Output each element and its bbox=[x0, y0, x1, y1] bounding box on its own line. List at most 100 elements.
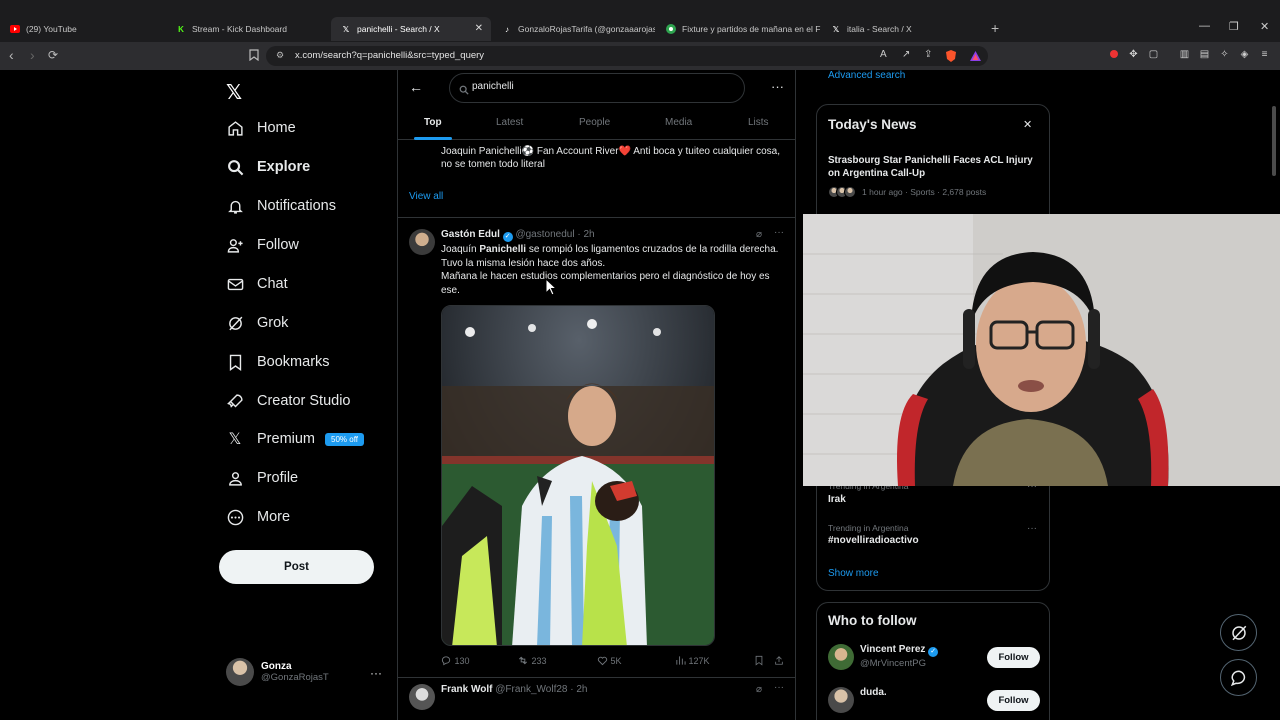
forward-icon[interactable]: › bbox=[30, 47, 35, 63]
leo-ai-icon[interactable]: ✧ bbox=[1219, 49, 1230, 60]
sidebar-toggle-icon[interactable]: ▥ bbox=[1179, 49, 1190, 60]
brave-shield-icon[interactable] bbox=[946, 49, 956, 67]
close-icon[interactable]: ✕ bbox=[475, 23, 483, 34]
brave-rewards-icon[interactable] bbox=[970, 49, 981, 67]
vpn-icon[interactable]: ◈ bbox=[1239, 49, 1250, 60]
post-button[interactable]: Post bbox=[219, 550, 374, 584]
grok-icon[interactable]: ⌀ bbox=[756, 684, 762, 695]
views-button[interactable]: 127K bbox=[675, 655, 710, 666]
share-button[interactable] bbox=[774, 655, 784, 666]
maximize-icon[interactable]: ❐ bbox=[1229, 20, 1239, 33]
tab-people[interactable]: People bbox=[579, 117, 610, 128]
avatar[interactable] bbox=[409, 229, 435, 255]
sidebar-item-chat[interactable]: Chat bbox=[226, 273, 288, 295]
wallet-icon[interactable]: ▤ bbox=[1199, 49, 1210, 60]
author-name[interactable]: Frank Wolf bbox=[441, 684, 492, 695]
tweet-time[interactable]: · 2h bbox=[577, 229, 594, 240]
reply-button[interactable]: 130 bbox=[441, 655, 470, 666]
open-external-icon[interactable]: ↗ bbox=[902, 49, 910, 60]
tweet-text-part: Mañana le hacen estudios complementarios… bbox=[441, 271, 770, 296]
avatar[interactable] bbox=[409, 684, 435, 710]
author-handle[interactable]: @gastonedul bbox=[515, 229, 574, 240]
reload-icon[interactable]: ⟳ bbox=[48, 48, 58, 62]
sidebar-item-bookmarks[interactable]: Bookmarks bbox=[226, 351, 330, 373]
news-headline[interactable]: Strasbourg Star Panichelli Faces ACL Inj… bbox=[828, 154, 1040, 180]
tab-fixture[interactable]: Fixture y partidos de mañana en el F bbox=[656, 17, 821, 41]
grok-icon[interactable]: ⌀ bbox=[756, 229, 762, 240]
like-button[interactable]: 5K bbox=[597, 655, 622, 666]
follow-user-name[interactable]: Vincent Perez ✓ bbox=[860, 644, 939, 657]
who-to-follow-card: Who to follow Vincent Perez ✓ @MrVincent… bbox=[816, 602, 1050, 720]
sidebar-item-label: Grok bbox=[257, 315, 289, 331]
sidebar-item-label: Follow bbox=[257, 237, 299, 253]
menu-icon[interactable]: ≡ bbox=[1259, 49, 1270, 60]
tab-panichelli-search[interactable]: 𝕏 panichelli - Search / X ✕ bbox=[331, 17, 491, 41]
sidebar-item-home[interactable]: Home bbox=[226, 117, 296, 139]
back-arrow-icon[interactable]: ← bbox=[409, 79, 423, 95]
repost-button[interactable]: 233 bbox=[517, 655, 547, 666]
more-dots-icon[interactable]: ··· bbox=[370, 666, 382, 680]
x-icon: 𝕏 bbox=[342, 24, 350, 34]
account-switcher[interactable]: Gonza @GonzaRojasT ··· bbox=[226, 658, 382, 686]
tab-top[interactable]: Top bbox=[424, 117, 442, 128]
follow-button[interactable]: Follow bbox=[987, 690, 1040, 711]
avatar[interactable] bbox=[828, 687, 854, 713]
tab-lists[interactable]: Lists bbox=[748, 117, 769, 128]
tab-media[interactable]: Media bbox=[665, 117, 692, 128]
show-more-link[interactable]: Show more bbox=[828, 568, 879, 579]
sidebar-item-grok[interactable]: Grok bbox=[226, 312, 288, 334]
more-dots-icon[interactable]: ··· bbox=[1027, 523, 1037, 534]
messages-floating-button[interactable] bbox=[1220, 659, 1257, 696]
bookmark-page-icon[interactable] bbox=[249, 49, 259, 64]
trend-context: Trending in Argentina bbox=[828, 523, 909, 533]
sidebar-item-explore[interactable]: Explore bbox=[226, 156, 310, 178]
tab-tiktok[interactable]: ♪ GonzaloRojasTarifa (@gonzaaarojas) bbox=[492, 17, 655, 41]
scrollbar[interactable] bbox=[1270, 103, 1276, 700]
author-name[interactable]: Gastón Edul bbox=[441, 229, 500, 240]
sidebar-item-follow[interactable]: Follow bbox=[226, 234, 299, 256]
sidebar-item-profile[interactable]: Profile bbox=[226, 467, 298, 489]
tab-latest[interactable]: Latest bbox=[496, 117, 523, 128]
tab-title: GonzaloRojasTarifa (@gonzaaarojas) bbox=[518, 24, 655, 34]
tab-italia-search[interactable]: 𝕏 italia - Search / X bbox=[821, 17, 981, 41]
sidebar-item-creator-studio[interactable]: Creator Studio bbox=[226, 390, 351, 412]
search-input[interactable] bbox=[472, 81, 732, 92]
sidebar-item-notifications[interactable]: Notifications bbox=[226, 195, 336, 217]
more-dots-icon[interactable]: ··· bbox=[774, 227, 784, 238]
search-box[interactable] bbox=[449, 73, 745, 103]
trend-name[interactable]: #novelliradioactivo bbox=[828, 535, 919, 546]
follow-user-name[interactable]: duda. bbox=[860, 687, 887, 698]
url-bar[interactable]: ⚙ x.com/search?q=panichelli&src=typed_qu… bbox=[266, 46, 988, 66]
follow-button[interactable]: Follow bbox=[987, 647, 1040, 668]
extensions-icon[interactable]: ✥ bbox=[1128, 49, 1139, 60]
share-icon[interactable]: ⇪ bbox=[924, 49, 932, 60]
news-meta: 1 hour ago · Sports · 2,678 posts bbox=[828, 186, 986, 198]
x-logo-icon[interactable]: 𝕏 bbox=[226, 80, 242, 105]
sidebar-item-premium[interactable]: 𝕏 Premium 50% off bbox=[226, 428, 364, 450]
tweet-time[interactable]: · 2h bbox=[570, 684, 587, 695]
grok-floating-button[interactable] bbox=[1220, 614, 1257, 651]
screenshot-icon[interactable]: ▢ bbox=[1148, 49, 1159, 60]
tab-youtube[interactable]: (29) YouTube bbox=[0, 17, 165, 41]
tab-kick[interactable]: K Stream - Kick Dashboard bbox=[166, 17, 331, 41]
close-icon[interactable]: ✕ bbox=[1023, 118, 1032, 131]
new-tab-button[interactable]: + bbox=[991, 20, 999, 36]
scrollbar-thumb[interactable] bbox=[1272, 106, 1276, 176]
avatar[interactable] bbox=[828, 644, 854, 670]
view-all-link[interactable]: View all bbox=[409, 191, 443, 202]
sidebar-item-more[interactable]: More bbox=[226, 506, 290, 528]
advanced-search-link[interactable]: Advanced search bbox=[828, 70, 905, 81]
record-icon[interactable] bbox=[1108, 49, 1119, 60]
premium-discount-badge: 50% off bbox=[325, 432, 364, 446]
trend-name[interactable]: Irak bbox=[828, 494, 846, 505]
bookmark-button[interactable] bbox=[754, 655, 764, 666]
window-close-icon[interactable]: ✕ bbox=[1260, 20, 1269, 33]
site-info-icon[interactable]: ⚙ bbox=[276, 50, 284, 61]
back-icon[interactable]: ‹ bbox=[9, 47, 14, 63]
minimize-icon[interactable]: — bbox=[1199, 20, 1210, 32]
more-dots-icon[interactable]: ··· bbox=[774, 682, 784, 693]
author-handle[interactable]: @Frank_Wolf28 bbox=[495, 684, 567, 695]
more-dots-icon[interactable]: ··· bbox=[771, 79, 784, 94]
translate-icon[interactable]: A bbox=[880, 49, 887, 60]
tweet-photo[interactable] bbox=[441, 305, 715, 646]
